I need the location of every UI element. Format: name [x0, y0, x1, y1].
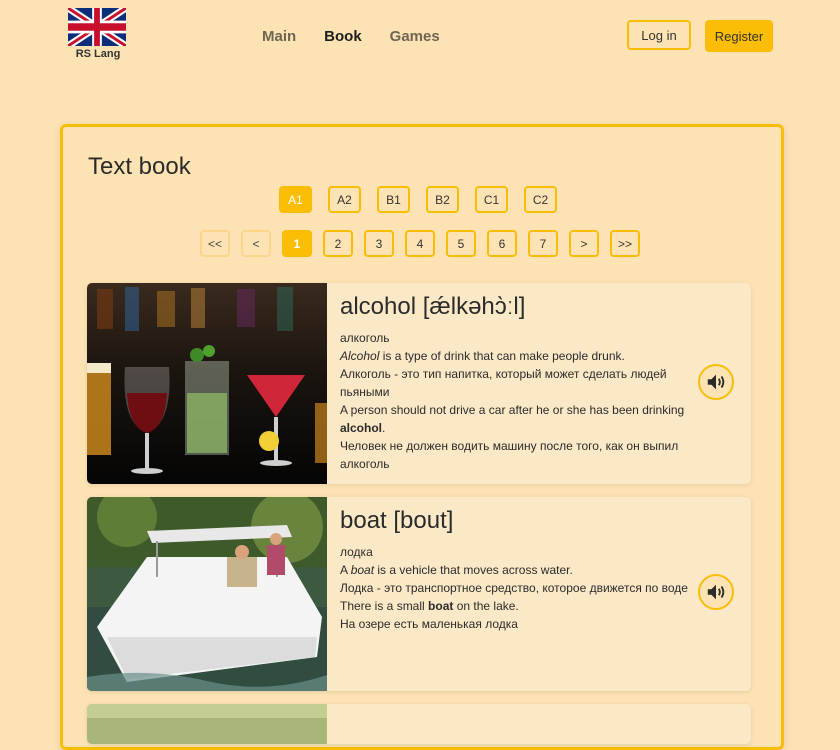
play-audio-button[interactable]	[698, 364, 734, 400]
word-translation: алкоголь	[340, 331, 390, 345]
level-button-b1[interactable]: B1	[377, 186, 410, 213]
play-audio-button[interactable]	[698, 574, 734, 610]
next-page-button[interactable]: >	[569, 230, 599, 257]
page-button-1[interactable]: 1	[282, 230, 312, 257]
level-button-c1[interactable]: C1	[475, 186, 508, 213]
meaning-translation: Алкоголь - это тип напитка, который може…	[340, 367, 667, 399]
nav-main[interactable]: Main	[262, 28, 296, 45]
login-button[interactable]: Log in	[627, 20, 691, 50]
word-card: boat [bout] лодка A boat is a vehicle th…	[87, 497, 751, 691]
page-button-5[interactable]: 5	[446, 230, 476, 257]
nav-book[interactable]: Book	[324, 28, 362, 45]
word-text: лодка A boat is a vehicle that moves acr…	[340, 543, 690, 633]
word-example: A person should not drive a car after he…	[340, 401, 690, 437]
level-selector: A1 A2 B1 B2 C1 C2	[279, 186, 573, 213]
example-text: A person should not drive a car after he…	[340, 403, 685, 417]
meaning-text-end: is a vehicle that moves across water.	[374, 563, 573, 577]
example-highlight: alcohol	[340, 421, 383, 435]
main-nav: Main Book Games	[262, 28, 468, 45]
level-button-a1[interactable]: A1	[279, 186, 312, 213]
site-header: RS Lang Main Book Games Log in Register	[0, 0, 840, 80]
speaker-icon	[707, 374, 725, 390]
register-button[interactable]: Register	[705, 20, 773, 52]
logo[interactable]: RS Lang	[68, 8, 128, 60]
textbook-panel: Text book A1 A2 B1 B2 C1 C2 << < 1 2 3 4…	[60, 124, 784, 750]
drinks-photo	[87, 283, 327, 484]
meaning-text: A	[340, 563, 351, 577]
page-button-4[interactable]: 4	[405, 230, 435, 257]
uk-flag-icon	[68, 8, 126, 46]
word-meaning: Alcohol is a type of drink that can make…	[340, 347, 690, 365]
word-card	[87, 704, 751, 744]
example-text-end: on the lake.	[453, 599, 519, 613]
logo-text: RS Lang	[75, 48, 121, 60]
level-button-c2[interactable]: C2	[524, 186, 557, 213]
prev-page-button[interactable]: <	[241, 230, 271, 257]
speaker-icon	[707, 584, 725, 600]
level-button-b2[interactable]: B2	[426, 186, 459, 213]
word-title: boat [bout]	[340, 507, 454, 534]
word-meaning: A boat is a vehicle that moves across wa…	[340, 561, 690, 579]
meaning-translation: Лодка - это транспортное средство, котор…	[340, 581, 688, 595]
page-button-2[interactable]: 2	[323, 230, 353, 257]
page-button-6[interactable]: 6	[487, 230, 517, 257]
first-page-button[interactable]: <<	[200, 230, 230, 257]
example-text-end: .	[382, 421, 386, 435]
page-button-7[interactable]: 7	[528, 230, 558, 257]
meaning-text: is a type of drink that can make people …	[379, 349, 625, 363]
example-text: There is a small	[340, 599, 429, 613]
meaning-highlight: Alcohol	[340, 349, 380, 363]
boat-photo	[87, 497, 327, 691]
word-translation: лодка	[340, 545, 373, 559]
nav-games[interactable]: Games	[390, 28, 440, 45]
example-translation: Человек не должен водить машину после то…	[340, 439, 679, 471]
pagination: << < 1 2 3 4 5 6 7 > >>	[200, 230, 651, 257]
page-title: Text book	[88, 153, 191, 180]
word-photo	[87, 704, 327, 744]
word-text: алкоголь Alcohol is a type of drink that…	[340, 329, 690, 473]
level-button-a2[interactable]: A2	[328, 186, 361, 213]
meaning-highlight: boat	[350, 563, 375, 577]
word-example: There is a small boat on the lake.	[340, 597, 690, 615]
page-button-3[interactable]: 3	[364, 230, 394, 257]
word-title: alcohol [ǽlkəhɔ̀ːl]	[340, 293, 526, 320]
example-translation: На озере есть маленькая лодка	[340, 617, 518, 631]
example-highlight: boat	[428, 599, 454, 613]
last-page-button[interactable]: >>	[610, 230, 640, 257]
word-card: alcohol [ǽlkəhɔ̀ːl] алкоголь Alcohol is …	[87, 283, 751, 484]
